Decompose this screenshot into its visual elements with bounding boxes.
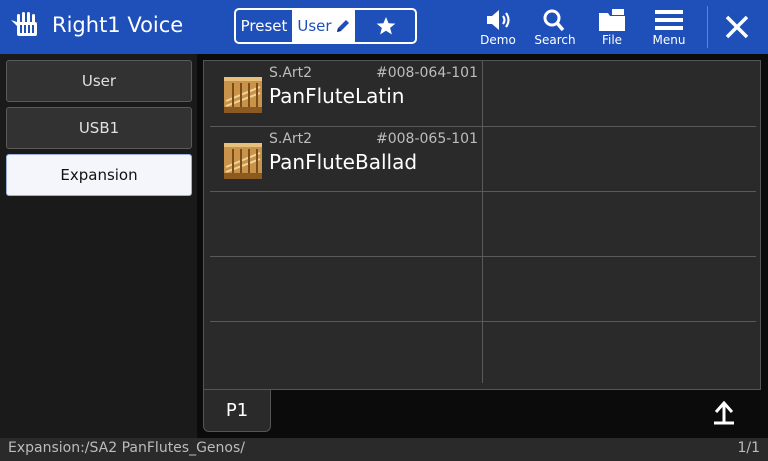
up-arrow-icon <box>714 400 734 425</box>
pan-flute-thumbnail-icon <box>224 77 262 113</box>
search-button[interactable]: Search <box>531 8 579 50</box>
pencil-icon <box>336 20 349 32</box>
voice-item[interactable]: S.Art2 #008-064-101 PanFluteLatin <box>210 61 482 127</box>
voice-item[interactable]: S.Art2 #008-065-101 PanFluteBallad <box>210 127 482 192</box>
search-label: Search <box>534 33 576 47</box>
title-bar: Right1 Voice Preset User Demo Search Fil… <box>0 0 768 54</box>
user-tab-label: User <box>297 17 332 35</box>
status-bar: Expansion:/SA2 PanFlutes_Genos/ 1/1 <box>0 438 768 461</box>
empty-slot <box>483 257 756 322</box>
star-icon <box>376 17 396 35</box>
demo-button[interactable]: Demo <box>474 8 522 50</box>
demo-label: Demo <box>480 33 516 47</box>
voice-list: S.Art2 #008-064-101 PanFluteLatin S.Art2… <box>203 60 761 390</box>
pan-flute-thumbnail-icon <box>224 143 262 179</box>
voice-category: S.Art2 <box>269 131 313 147</box>
file-button[interactable]: File <box>588 8 636 50</box>
empty-slot <box>210 192 482 257</box>
search-icon <box>543 9 565 32</box>
sidebar-item-usb1[interactable]: USB1 <box>6 107 192 149</box>
voice-name: PanFluteLatin <box>269 84 405 108</box>
header-divider <box>707 6 708 48</box>
voice-number: #008-064-101 <box>376 65 478 81</box>
empty-slot <box>483 192 756 257</box>
empty-slot <box>210 257 482 322</box>
voice-bank-selector: Preset User <box>234 8 417 44</box>
sidebar-item-expansion[interactable]: Expansion <box>6 154 192 196</box>
close-icon <box>725 15 749 39</box>
page-indicator: 1/1 <box>737 440 760 456</box>
empty-slot <box>483 61 756 127</box>
empty-slot <box>483 127 756 192</box>
user-tab[interactable]: User <box>294 10 357 42</box>
current-path: Expansion:/SA2 PanFlutes_Genos/ <box>8 440 245 456</box>
page-tab-p1[interactable]: P1 <box>203 390 271 432</box>
voice-number: #008-065-101 <box>376 131 478 147</box>
preset-tab[interactable]: Preset <box>236 10 294 42</box>
voice-category: S.Art2 <box>269 65 313 81</box>
folder-icon <box>599 9 625 31</box>
favorite-tab[interactable] <box>357 10 415 42</box>
menu-icon <box>655 10 683 30</box>
speaker-icon <box>487 10 510 30</box>
up-folder-button[interactable] <box>708 397 746 431</box>
menu-button[interactable]: Menu <box>645 8 693 50</box>
file-label: File <box>601 33 623 47</box>
menu-label: Menu <box>652 33 686 47</box>
page-title: Right1 Voice <box>52 13 184 37</box>
keyboard-hand-icon <box>11 12 37 36</box>
drive-sidebar: User USB1 Expansion <box>0 54 197 438</box>
voice-name: PanFluteBallad <box>269 150 418 174</box>
close-button[interactable] <box>718 9 756 45</box>
sidebar-item-user[interactable]: User <box>6 60 192 102</box>
